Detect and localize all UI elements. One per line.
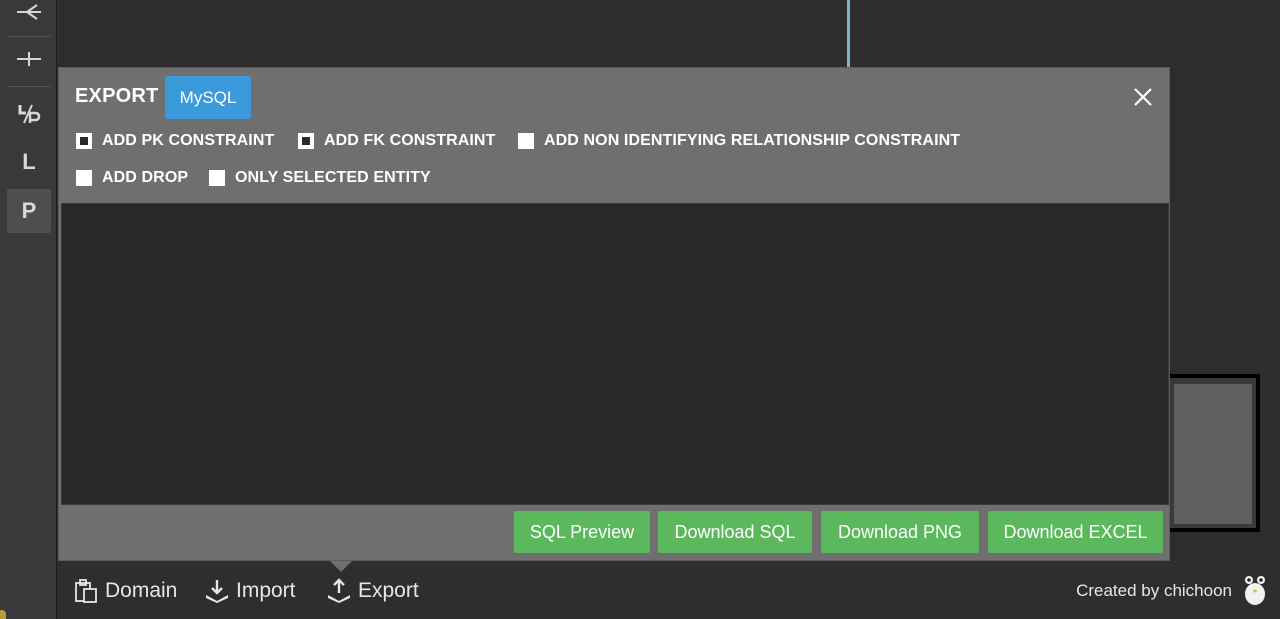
canvas-entity-box[interactable] <box>1160 374 1260 532</box>
canvas-entity-body <box>1174 384 1252 524</box>
relationship-one-one-icon[interactable] <box>7 37 51 81</box>
corner-indicator <box>0 610 6 619</box>
domain-button[interactable]: Domain <box>73 578 177 604</box>
column-pk-fk-icon[interactable] <box>7 92 51 136</box>
left-toolbar: L P <box>0 0 57 619</box>
option-add-pk-constraint[interactable]: ADD PK CONSTRAINT <box>76 132 274 150</box>
sql-preview-button[interactable]: SQL Preview <box>514 511 650 553</box>
checkbox[interactable] <box>298 133 314 149</box>
toolbar-divider <box>7 86 51 87</box>
export-icon <box>328 578 350 603</box>
relationship-one-many-icon[interactable] <box>7 0 51 34</box>
canvas-relationship-line <box>847 0 850 68</box>
checkbox[interactable] <box>76 170 92 186</box>
download-png-button[interactable]: Download PNG <box>821 511 979 553</box>
domain-label: Domain <box>105 579 178 602</box>
close-icon[interactable] <box>1131 85 1155 109</box>
option-label: ADD FK CONSTRAINT <box>324 132 496 149</box>
import-button[interactable]: Import <box>204 578 296 604</box>
export-label: Export <box>358 579 419 602</box>
import-icon <box>206 580 228 603</box>
sql-preview-area[interactable] <box>61 203 1169 505</box>
export-pointer-arrow <box>330 561 352 572</box>
export-modal: EXPORT MySQL ADD PK CONSTRAINT ADD FK CO… <box>58 67 1170 561</box>
option-add-non-identifying-constraint[interactable]: ADD NON IDENTIFYING RELATIONSHIP CONSTRA… <box>518 132 960 150</box>
export-button[interactable]: Export <box>326 578 419 604</box>
download-excel-button[interactable]: Download EXCEL <box>988 511 1163 553</box>
db-type-badge[interactable]: MySQL <box>165 76 251 119</box>
bottom-bar: Domain Import Export Created by chichoon <box>57 561 1280 619</box>
checkbox[interactable] <box>209 170 225 186</box>
option-add-drop[interactable]: ADD DROP <box>76 169 188 187</box>
option-label: ONLY SELECTED ENTITY <box>235 169 431 186</box>
credit-text: Created by chichoon <box>1076 581 1232 600</box>
download-sql-button[interactable]: Download SQL <box>658 511 812 553</box>
option-label: ADD NON IDENTIFYING RELATIONSHIP CONSTRA… <box>544 132 961 149</box>
checkbox[interactable] <box>76 133 92 149</box>
option-only-selected-entity[interactable]: ONLY SELECTED ENTITY <box>209 169 431 187</box>
clipboard-icon <box>75 579 97 603</box>
import-label: Import <box>236 579 296 602</box>
physical-icon[interactable]: P <box>7 189 51 233</box>
checkbox[interactable] <box>518 133 534 149</box>
option-label: ADD DROP <box>102 169 189 186</box>
option-add-fk-constraint[interactable]: ADD FK CONSTRAINT <box>298 132 495 150</box>
option-label: ADD PK CONSTRAINT <box>102 132 275 149</box>
modal-title: EXPORT <box>75 85 159 107</box>
logical-icon[interactable]: L <box>7 140 51 184</box>
owl-mascot-icon <box>1245 576 1265 605</box>
